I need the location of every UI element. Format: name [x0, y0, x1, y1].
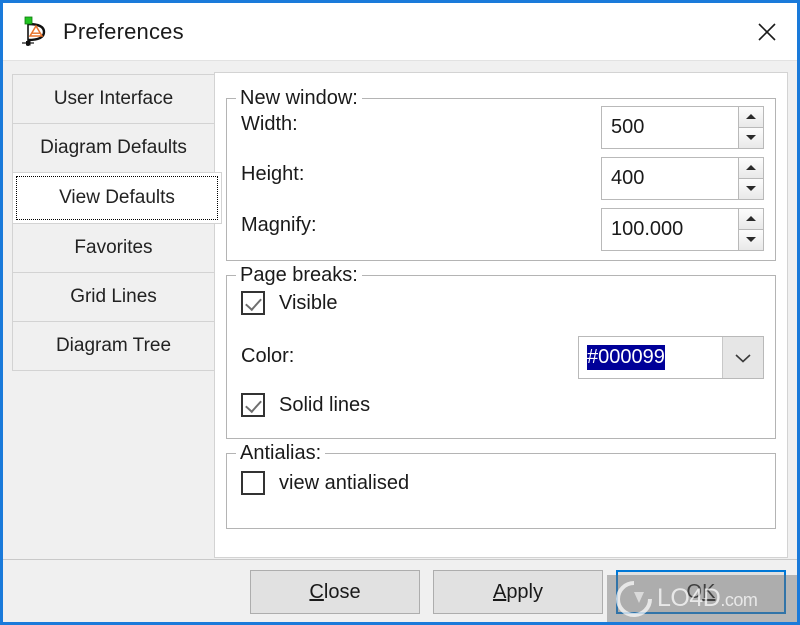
magnify-stepper[interactable]: 100.000 [601, 208, 764, 251]
width-input[interactable]: 500 [601, 106, 738, 149]
height-label: Height: [241, 163, 305, 185]
button-bar: Close Apply OK [3, 559, 797, 622]
group-title: Antialias: [236, 442, 326, 465]
visible-label: Visible [279, 291, 338, 314]
color-value-text: #000099 [587, 345, 665, 370]
height-spin-down-button[interactable] [739, 178, 763, 199]
magnify-spin-up-button[interactable] [739, 209, 763, 230]
sidebar-item-user-interface[interactable]: User Interface [12, 74, 215, 124]
group-page-breaks: Page breaks: Visible Color: #000099 Soli… [226, 264, 776, 439]
triangle-down-icon [746, 135, 756, 141]
close-icon [758, 22, 776, 41]
sidebar-item-grid-lines[interactable]: Grid Lines [12, 272, 215, 322]
view-antialised-checkbox-row[interactable]: view antialised [241, 471, 409, 495]
tab-label: View Defaults [59, 187, 175, 208]
group-title: New window: [236, 87, 362, 110]
title-bar: Preferences [3, 3, 797, 60]
color-combobox-arrow-button[interactable] [722, 337, 763, 378]
height-input[interactable]: 400 [601, 157, 738, 200]
width-label: Width: [241, 113, 298, 135]
preferences-dialog: Preferences User Interface Diagram Defau… [0, 0, 800, 625]
sidebar-item-diagram-tree[interactable]: Diagram Tree [12, 321, 215, 371]
close-accel: C [309, 580, 324, 603]
magnify-spin-down-button[interactable] [739, 229, 763, 250]
width-spin-buttons [738, 106, 764, 149]
height-spin-up-button[interactable] [739, 158, 763, 179]
diagram-designer-icon [17, 15, 51, 49]
magnify-spin-buttons [738, 208, 764, 251]
close-button[interactable] [737, 3, 797, 60]
visible-checkbox[interactable] [241, 291, 265, 315]
close-rest: lose [323, 580, 361, 603]
height-spin-buttons [738, 157, 764, 200]
magnify-label: Magnify: [241, 214, 317, 236]
visible-checkbox-row[interactable]: Visible [241, 291, 338, 315]
sidebar-item-diagram-defaults[interactable]: Diagram Defaults [12, 123, 215, 173]
chevron-down-icon [735, 353, 751, 363]
tab-label: Diagram Tree [55, 335, 172, 356]
group-title: Page breaks: [236, 264, 362, 287]
magnify-input[interactable]: 100.000 [601, 208, 738, 251]
solid-lines-label: Solid lines [279, 393, 371, 416]
width-spin-down-button[interactable] [739, 127, 763, 148]
triangle-up-icon [746, 114, 756, 120]
solid-lines-checkbox-row[interactable]: Solid lines [241, 393, 370, 417]
height-stepper[interactable]: 400 [601, 157, 764, 200]
group-antialias: Antialias: view antialised [226, 442, 776, 529]
tab-content-panel: New window: Width: 500 Height: 400 Magni… [214, 72, 788, 558]
triangle-down-icon [746, 237, 756, 243]
apply-rest: pply [506, 580, 544, 603]
triangle-up-icon [746, 165, 756, 171]
tab-label: Diagram Defaults [40, 137, 187, 158]
ok-button[interactable]: OK [616, 570, 786, 614]
tab-label: Favorites [74, 237, 153, 258]
triangle-up-icon [746, 216, 756, 222]
apply-button[interactable]: Apply [433, 570, 603, 614]
color-combobox-value[interactable]: #000099 [579, 337, 722, 378]
dialog-body: User Interface Diagram Defaults View Def… [3, 60, 797, 622]
view-antialised-label: view antialised [279, 471, 410, 494]
color-combobox[interactable]: #000099 [578, 336, 764, 379]
ok-pre: O [686, 580, 703, 603]
ok-accel: K [702, 580, 716, 603]
tab-label: Grid Lines [70, 286, 157, 307]
sidebar-item-view-defaults[interactable]: View Defaults [12, 172, 222, 224]
view-antialised-checkbox[interactable] [241, 471, 265, 495]
sidebar-item-favorites[interactable]: Favorites [12, 223, 215, 273]
triangle-down-icon [746, 186, 756, 192]
group-new-window: New window: Width: 500 Height: 400 Magni… [226, 87, 776, 261]
page-title: Preferences [63, 18, 184, 44]
close-button-action[interactable]: Close [250, 570, 420, 614]
solid-lines-checkbox[interactable] [241, 393, 265, 417]
color-label: Color: [241, 345, 295, 367]
tab-strip: User Interface Diagram Defaults View Def… [12, 74, 222, 371]
tab-label: User Interface [53, 88, 174, 109]
width-stepper[interactable]: 500 [601, 106, 764, 149]
apply-accel: A [492, 580, 507, 603]
width-spin-up-button[interactable] [739, 107, 763, 128]
